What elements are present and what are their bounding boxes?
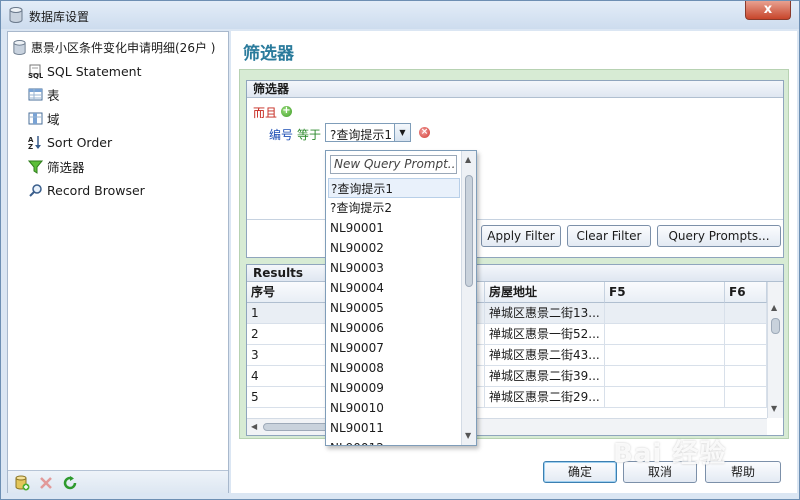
- scroll-down-icon[interactable]: ▼: [771, 404, 777, 413]
- watermark-logo: Bai 经验: [613, 439, 727, 469]
- dropdown-option[interactable]: NL90011: [328, 418, 460, 438]
- table-cell[interactable]: [605, 324, 725, 345]
- table-icon: [28, 88, 43, 100]
- scroll-down-icon[interactable]: ▼: [465, 431, 471, 440]
- tree-item-label: SQL Statement: [47, 63, 142, 79]
- tree-item-label: Record Browser: [47, 182, 145, 198]
- add-condition-icon[interactable]: +: [281, 106, 292, 117]
- table-cell[interactable]: 3: [247, 345, 327, 366]
- table-cell[interactable]: [725, 366, 767, 387]
- tree-item-label: Sort Order: [47, 134, 113, 150]
- table-cell[interactable]: [725, 345, 767, 366]
- table-cell[interactable]: 4: [247, 366, 327, 387]
- column-header[interactable]: 房屋地址: [485, 282, 605, 303]
- scroll-up-icon[interactable]: ▲: [771, 303, 777, 312]
- content-area: 筛选器 筛选器 而且 + 编号 等于 ?查询提示1 ▼ × Apply Filt…: [231, 31, 797, 493]
- tree-item-table[interactable]: 表: [28, 85, 60, 103]
- dropdown-option[interactable]: NL90012: [328, 438, 460, 445]
- dropdown-scrollbar[interactable]: ▲ ▼: [461, 151, 476, 445]
- tree-item-field[interactable]: 域: [28, 109, 60, 127]
- clear-filter-button[interactable]: Clear Filter: [567, 225, 651, 247]
- tree-toolbar: [8, 470, 228, 493]
- dropdown-option[interactable]: ?查询提示2: [328, 198, 460, 218]
- table-cell[interactable]: 1: [247, 303, 327, 324]
- query-prompts-button[interactable]: Query Prompts...: [657, 225, 781, 247]
- dropdown-option[interactable]: NL90002: [328, 238, 460, 258]
- apply-filter-button[interactable]: Apply Filter: [481, 225, 561, 247]
- navigation-tree: 惠景小区条件变化申请明细(26户 ) SQL SQL Statement 表 域…: [7, 31, 229, 493]
- tree-item-filter[interactable]: 筛选器: [28, 157, 85, 175]
- table-cell[interactable]: 禅城区惠景二街13...: [485, 303, 605, 324]
- dropdown-option[interactable]: NL90007: [328, 338, 460, 358]
- table-cell[interactable]: 禅城区惠景一街52...: [485, 324, 605, 345]
- filter-value-combo[interactable]: ?查询提示1 ▼: [325, 123, 411, 142]
- filter-panel-title: 筛选器: [247, 81, 783, 98]
- column-header[interactable]: F5: [605, 282, 725, 303]
- window-title: 数据库设置: [29, 10, 90, 24]
- remove-condition-icon[interactable]: ×: [419, 127, 430, 138]
- dropdown-option[interactable]: NL90008: [328, 358, 460, 378]
- filter-operator[interactable]: 等于: [297, 126, 321, 143]
- tree-root-label: 惠景小区条件变化申请明细(26户 ): [31, 40, 216, 55]
- column-header[interactable]: 序号: [247, 282, 327, 303]
- title-bar[interactable]: 数据库设置 x: [1, 1, 799, 29]
- dropdown-option[interactable]: NL90001: [328, 218, 460, 238]
- table-cell[interactable]: 禅城区惠景二街43...: [485, 345, 605, 366]
- add-database-icon[interactable]: [14, 475, 30, 491]
- page-title: 筛选器: [243, 44, 294, 64]
- tree-item-label: 表: [47, 87, 60, 103]
- tree-item-sort-order[interactable]: A Z Sort Order: [28, 133, 112, 151]
- dropdown-option[interactable]: NL90010: [328, 398, 460, 418]
- table-cell[interactable]: 禅城区惠景二街39...: [485, 366, 605, 387]
- query-prompt-dropdown[interactable]: New Query Prompt... ?查询提示1 ?查询提示2 NL9000…: [325, 150, 477, 446]
- tree-root[interactable]: 惠景小区条件变化申请明细(26户 ): [12, 38, 215, 56]
- content-panel: 筛选器 而且 + 编号 等于 ?查询提示1 ▼ × Apply Filter C…: [239, 69, 789, 439]
- sort-icon: A Z: [28, 135, 41, 150]
- table-cell[interactable]: 禅城区惠景二街29...: [485, 387, 605, 408]
- dropdown-option[interactable]: NL90003: [328, 258, 460, 278]
- database-icon: [9, 7, 23, 23]
- svg-text:Z: Z: [28, 143, 33, 150]
- table-cell[interactable]: 2: [247, 324, 327, 345]
- dropdown-option[interactable]: ?查询提示1: [328, 178, 460, 198]
- table-cell[interactable]: [605, 366, 725, 387]
- scroll-up-icon[interactable]: ▲: [465, 155, 471, 164]
- dropdown-option[interactable]: NL90005: [328, 298, 460, 318]
- scroll-thumb[interactable]: [771, 318, 780, 334]
- dropdown-option[interactable]: NL90004: [328, 278, 460, 298]
- dropdown-option[interactable]: NL90009: [328, 378, 460, 398]
- refresh-icon[interactable]: [62, 475, 78, 491]
- tree-item-label: 域: [47, 111, 60, 127]
- table-cell[interactable]: 5: [247, 387, 327, 408]
- scroll-left-icon[interactable]: ◀: [251, 422, 257, 431]
- table-cell[interactable]: [605, 303, 725, 324]
- search-icon: [29, 183, 42, 197]
- table-cell[interactable]: [725, 324, 767, 345]
- tree-item-label: 筛选器: [47, 159, 85, 175]
- results-vertical-scrollbar[interactable]: ▲ ▼: [767, 282, 783, 418]
- dropdown-option[interactable]: NL90006: [328, 318, 460, 338]
- ok-button[interactable]: 确定: [543, 461, 617, 483]
- svg-text:SQL: SQL: [28, 72, 43, 79]
- scroll-thumb[interactable]: [465, 175, 473, 287]
- table-cell[interactable]: [605, 345, 725, 366]
- new-query-prompt-field[interactable]: New Query Prompt...: [330, 155, 457, 174]
- sql-icon: SQL: [28, 64, 43, 79]
- tree-item-sql-statement[interactable]: SQL SQL Statement: [28, 62, 142, 80]
- database-icon: [13, 39, 26, 55]
- filter-value: ?查询提示1: [330, 128, 393, 142]
- table-cell[interactable]: [725, 387, 767, 408]
- delete-icon[interactable]: [38, 475, 54, 491]
- table-cell[interactable]: [725, 303, 767, 324]
- filter-field[interactable]: 编号: [269, 126, 293, 143]
- dialog-window: 数据库设置 x 惠景小区条件变化申请明细(26户 ) SQL SQL State…: [0, 0, 800, 500]
- and-operator[interactable]: 而且: [253, 104, 277, 121]
- chevron-down-icon[interactable]: ▼: [394, 124, 410, 141]
- table-cell[interactable]: [605, 387, 725, 408]
- column-header[interactable]: F6: [725, 282, 767, 303]
- field-icon: [28, 112, 43, 124]
- close-button[interactable]: x: [745, 1, 791, 20]
- tree-item-record-browser[interactable]: Record Browser: [28, 181, 145, 199]
- filter-icon: [28, 160, 43, 174]
